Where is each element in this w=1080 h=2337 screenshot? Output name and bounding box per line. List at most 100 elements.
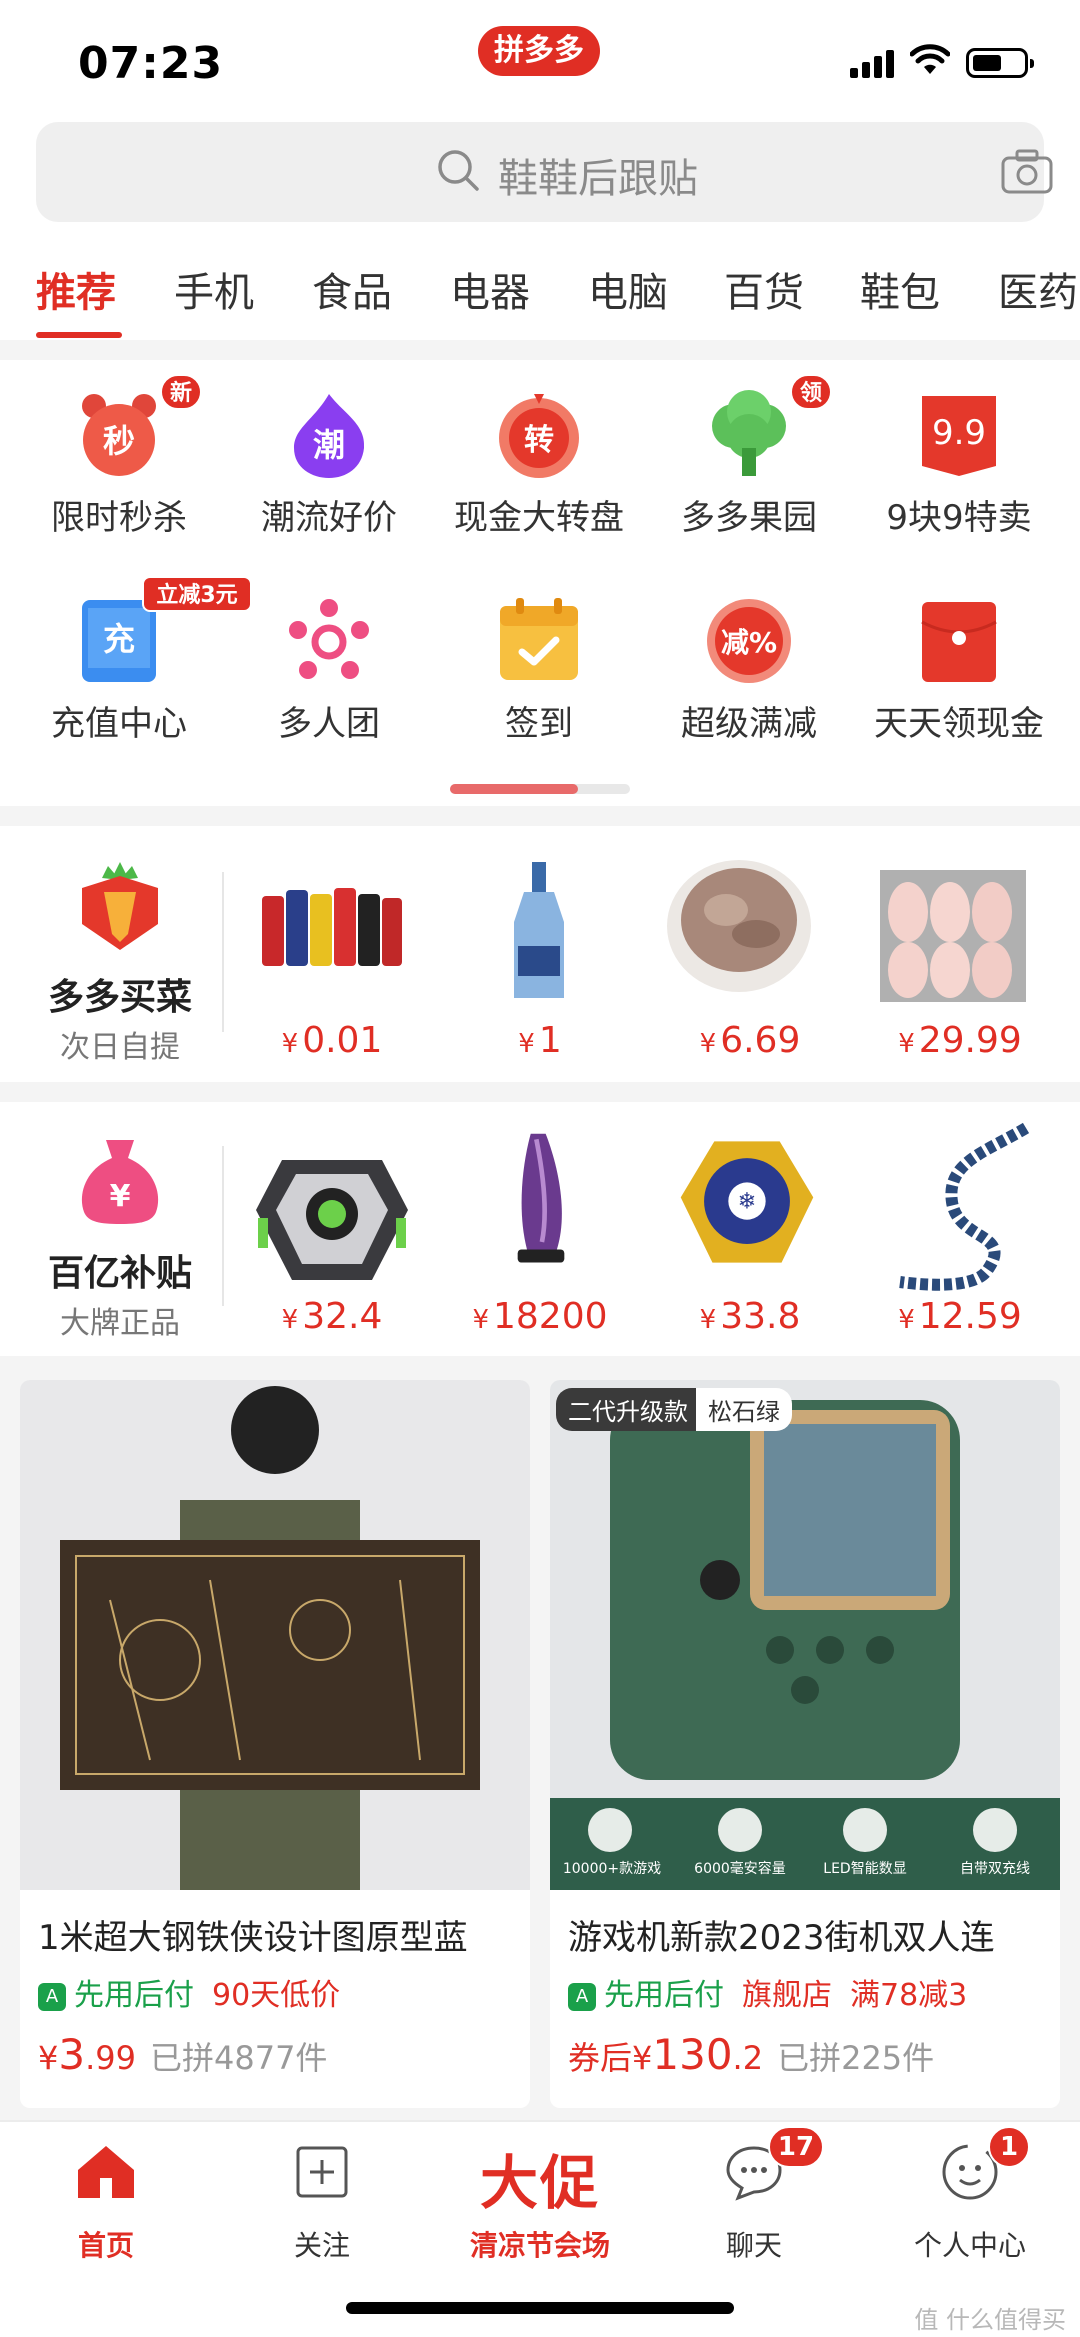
wheel-icon: 转 xyxy=(499,394,579,478)
shortcut-label: 多人团 xyxy=(278,704,380,744)
product-image-game-console xyxy=(550,1380,1060,1890)
product-price: 券后¥130.2 已拼225件 xyxy=(568,2030,935,2079)
price-label: ¥32.4 xyxy=(281,1296,383,1337)
shortcut-label: 多多果园 xyxy=(681,498,817,538)
tab-general[interactable]: 百货 xyxy=(724,260,804,318)
shortcut-scroll-indicator xyxy=(450,784,630,794)
plus-box-icon xyxy=(296,2146,348,2198)
svg-text:充: 充 xyxy=(103,620,135,658)
flame-icon: 潮 xyxy=(294,394,365,478)
shortcut-flash-sale[interactable]: 秒 新 限时秒杀 xyxy=(14,374,224,550)
shortcut-label: 天天领现金 xyxy=(874,704,1044,744)
price-label: ¥33.8 xyxy=(699,1296,801,1337)
search-bar[interactable]: 鞋鞋后跟贴 xyxy=(36,122,1053,222)
home-indicator xyxy=(346,2302,734,2314)
profile-badge: 1 xyxy=(988,2126,1030,2168)
product-price: ¥3.99 已拼4877件 xyxy=(38,2030,328,2079)
price-label: ¥6.69 xyxy=(699,1020,801,1061)
svg-text:秒: 秒 xyxy=(103,422,135,460)
tab-computers[interactable]: 电脑 xyxy=(588,260,668,318)
divider xyxy=(0,340,1080,360)
grocery-subtitle: 次日自提 xyxy=(60,1030,180,1065)
tag-icon: 9.9 xyxy=(922,396,996,476)
svg-text:转: 转 xyxy=(524,423,554,458)
search-icon xyxy=(438,150,479,191)
price-label: ¥29.99 xyxy=(898,1020,1022,1061)
new-badge: 新 xyxy=(160,374,202,410)
tab-food[interactable]: 食品 xyxy=(312,260,392,318)
cellular-signal-icon xyxy=(850,48,896,78)
tree-icon xyxy=(712,390,786,476)
image-tag-color: 松石绿 xyxy=(696,1388,792,1431)
divider xyxy=(0,1082,1080,1102)
battery-icon xyxy=(966,48,1034,78)
wifi-icon xyxy=(910,44,950,74)
grocery-title: 多多买菜 xyxy=(47,977,192,1018)
shortcut-label: 9块9特卖 xyxy=(886,498,1032,538)
chat-unread-badge: 17 xyxy=(768,2126,824,2168)
product-image-duck xyxy=(880,870,1026,1002)
shortcut-label: 充值中心 xyxy=(51,704,187,744)
home-icon xyxy=(78,2146,134,2198)
shortcut-label: 现金大转盘 xyxy=(454,498,624,538)
shortcut-recharge[interactable]: 充 立减3元 充值中心 xyxy=(14,576,252,756)
price-label: ¥0.01 xyxy=(281,1020,383,1061)
shortcut-trendy-deals[interactable]: 潮 潮流好价 xyxy=(224,390,434,550)
scroll-thumb xyxy=(450,784,578,794)
product-image-cans xyxy=(262,888,402,966)
svg-text:潮: 潮 xyxy=(313,426,345,464)
pay-later-icon: A xyxy=(38,1982,66,2011)
search-placeholder: 鞋鞋后跟贴 xyxy=(498,156,698,202)
app-badge: 拼多多 xyxy=(478,26,600,76)
tab-medicine[interactable]: 医药 xyxy=(998,260,1078,318)
product-image-shrimp xyxy=(667,860,811,992)
product-tags: A 先用后付 90天低价 xyxy=(38,1970,340,2014)
shortcut-label: 限时秒杀 xyxy=(51,498,187,538)
shortcut-daily-cash[interactable]: 天天领现金 xyxy=(854,596,1064,756)
product-image-liquor xyxy=(514,862,564,998)
discount-icon: 减% xyxy=(707,599,791,683)
price-label: ¥12.59 xyxy=(898,1296,1022,1337)
shortcut-nine-nine[interactable]: 9.9 9块9特卖 xyxy=(854,390,1064,550)
money-bag-icon: ¥ xyxy=(81,1140,159,1224)
subsidy-subtitle: 大牌正品 xyxy=(60,1306,180,1341)
shortcut-super-discount[interactable]: 减% 超级满减 xyxy=(644,596,854,756)
tab-phones[interactable]: 手机 xyxy=(174,260,254,318)
product-title: 1米超大钢铁侠设计图原型蓝 xyxy=(38,1918,468,1958)
product-image-chain xyxy=(899,1122,1030,1291)
shortcut-orchard[interactable]: 领 多多果园 xyxy=(644,374,854,550)
nav-label: 聊天 xyxy=(725,2229,782,2262)
nav-label: 首页 xyxy=(77,2229,134,2262)
svg-text:9.9: 9.9 xyxy=(932,413,986,453)
shortcut-cash-wheel[interactable]: 转 现金大转盘 xyxy=(434,390,644,550)
red-envelope-icon xyxy=(921,602,997,682)
tab-recommend[interactable]: 推荐 xyxy=(36,260,116,318)
tab-active-indicator xyxy=(36,332,122,338)
product-image-fan: ❄ xyxy=(680,1141,814,1263)
category-tabs: 推荐 手机 食品 电器 电脑 百货 鞋包 医药 xyxy=(0,250,1080,340)
shortcut-check-in[interactable]: 签到 xyxy=(434,596,644,756)
tab-appliances[interactable]: 电器 xyxy=(450,260,530,318)
product-image-cooler xyxy=(256,1160,408,1280)
promo-big-text: 大促 xyxy=(479,2149,600,2217)
nav-label: 清凉节会场 xyxy=(469,2229,610,2262)
row-separator xyxy=(222,872,224,1032)
status-bar: 07:23 拼多多 xyxy=(0,0,1080,118)
price-label: ¥18200 xyxy=(472,1296,608,1337)
tab-shoes-bags[interactable]: 鞋包 xyxy=(860,260,940,318)
camera-icon[interactable] xyxy=(1000,148,1054,196)
shortcut-group-buy[interactable]: 多人团 xyxy=(224,596,434,756)
product-image-poster xyxy=(20,1380,530,1890)
product-card[interactable]: 1米超大钢铁侠设计图原型蓝 A 先用后付 90天低价 ¥3.99 已拼4877件 xyxy=(20,1380,530,2108)
shortcut-label: 超级满减 xyxy=(681,704,817,744)
claim-badge: 领 xyxy=(790,374,832,410)
alarm-clock-icon: 秒 xyxy=(82,394,156,476)
product-tags: A 先用后付 旗舰店 满78减3 xyxy=(568,1970,967,2014)
svg-text:❄: ❄ xyxy=(738,1189,757,1215)
row-separator xyxy=(222,1146,224,1306)
subsidy-title: 百亿补贴 xyxy=(47,1253,192,1294)
shortcut-label: 签到 xyxy=(505,704,573,744)
shortcut-label: 潮流好价 xyxy=(261,498,397,538)
carrot-logo-icon xyxy=(82,862,158,950)
product-card[interactable]: 二代升级款 松石绿 10000+款游戏 6000毫安容量 LED智能数显 自带双… xyxy=(550,1380,1060,2108)
